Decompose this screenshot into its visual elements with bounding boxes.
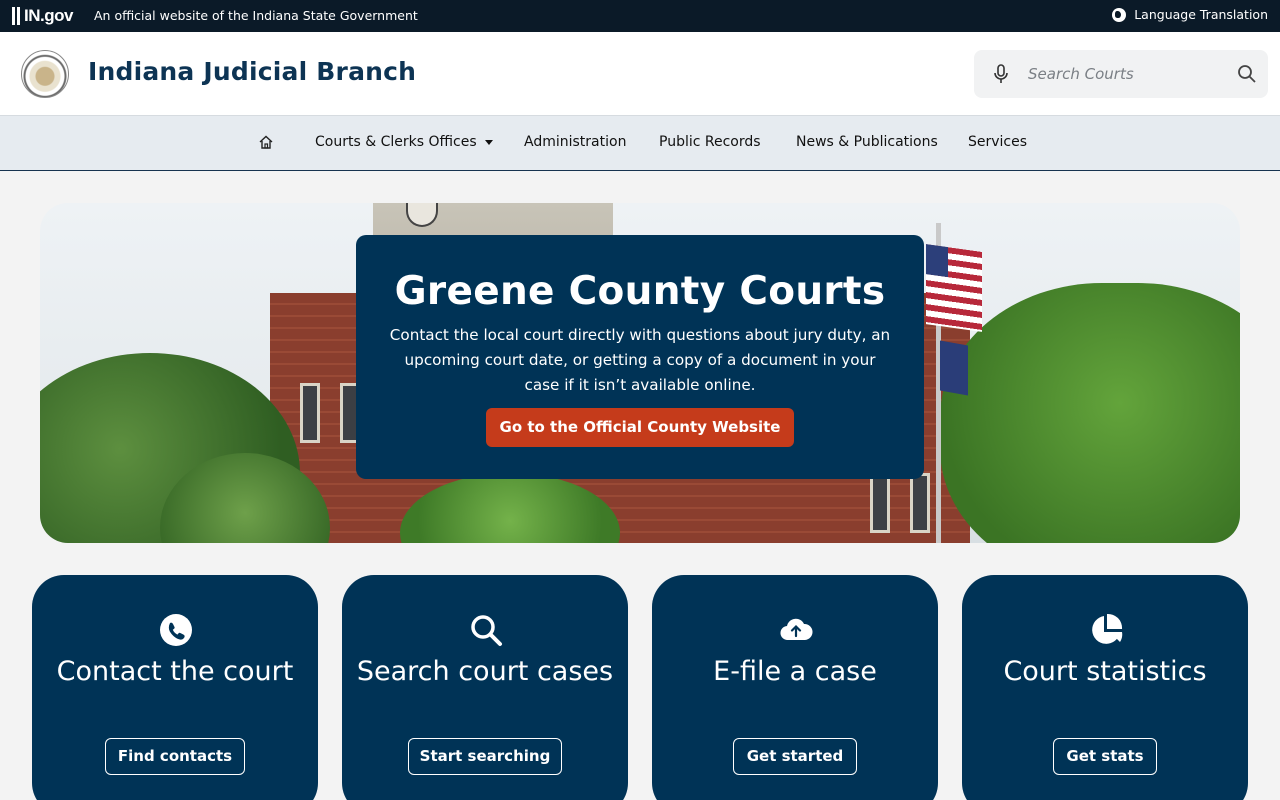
ingov-logo-icon [12, 7, 22, 25]
county-title: Greene County Courts [394, 269, 886, 314]
window [870, 473, 890, 533]
nav-item-public-records[interactable]: Public Records [659, 134, 761, 150]
window [910, 473, 930, 533]
site-title[interactable]: Indiana Judicial Branch [88, 57, 416, 86]
get-stats-button[interactable]: Get stats [1053, 738, 1157, 775]
start-searching-button[interactable]: Start searching [408, 738, 562, 775]
nav-item-services[interactable]: Services [968, 134, 1027, 150]
main-nav: Courts & Clerks Offices Administration P… [0, 116, 1280, 171]
window [300, 383, 320, 443]
language-translation-link[interactable]: Language Translation [1112, 7, 1268, 22]
hero-description: Contact the local court directly with qu… [389, 326, 891, 394]
caret-down-icon [484, 139, 493, 145]
home-icon[interactable] [258, 134, 274, 150]
tile-title: Contact the court [56, 656, 294, 687]
ingov-logo-text: IN.gov [24, 6, 73, 25]
search-input[interactable] [1028, 62, 1228, 86]
search-icon [471, 615, 502, 646]
nav-item-news-publications[interactable]: News & Publications [796, 134, 938, 150]
official-website-text: An official website of the Indiana State… [94, 8, 418, 23]
phone-icon [160, 614, 192, 646]
official-county-website-button[interactable]: Go to the Official County Website [486, 408, 794, 447]
globe-icon [1112, 7, 1127, 22]
site-header: Indiana Judicial Branch [0, 32, 1280, 116]
hero-card: Greene County Courts Contact the local c… [356, 235, 924, 479]
tile-title: Court statistics [1003, 656, 1207, 687]
nav-item-label: Courts & Clerks Offices [315, 134, 477, 150]
tree [940, 283, 1240, 543]
cloud-upload-icon [780, 618, 813, 641]
state-flag [940, 340, 968, 396]
tile-search-cases[interactable]: Search court cases Start searching [342, 575, 628, 800]
tile-contact-court[interactable]: Contact the court Find contacts [32, 575, 318, 800]
tile-court-statistics[interactable]: Court statistics Get stats [962, 575, 1248, 800]
state-seal-logo[interactable] [21, 50, 69, 98]
search-bar [974, 50, 1268, 98]
language-translation-label: Language Translation [1134, 7, 1268, 22]
gov-bar: IN.gov An official website of the Indian… [0, 0, 1280, 32]
nav-item-courts-clerks[interactable]: Courts & Clerks Offices [315, 134, 493, 150]
ingov-logo-link[interactable]: IN.gov [12, 6, 73, 26]
tile-title: E-file a case [713, 656, 877, 687]
tile-efile-case[interactable]: E-file a case Get started [652, 575, 938, 800]
nav-item-administration[interactable]: Administration [524, 134, 626, 150]
pie-chart-icon [1092, 613, 1123, 644]
find-contacts-button[interactable]: Find contacts [105, 738, 245, 775]
us-flag [926, 244, 982, 332]
microphone-icon[interactable] [992, 64, 1010, 84]
search-icon[interactable] [1237, 64, 1257, 84]
get-started-button[interactable]: Get started [733, 738, 857, 775]
tile-title: Search court cases [356, 656, 614, 687]
